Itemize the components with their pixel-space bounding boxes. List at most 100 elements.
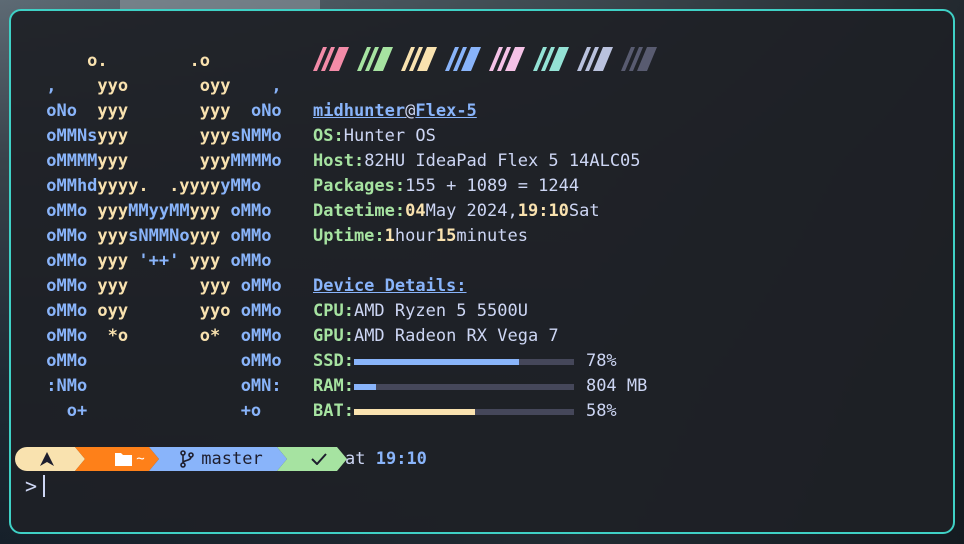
git-branch-icon xyxy=(180,450,195,468)
cpu-key: CPU: xyxy=(313,301,354,321)
logo-fragment: '++' xyxy=(138,251,190,271)
logo-fragment: oMMo xyxy=(230,226,272,246)
battery-value: 58% xyxy=(585,401,617,421)
uptime-minutes-label: minutes xyxy=(456,226,528,246)
ram-line: RAM: 804 MB xyxy=(313,374,647,399)
os-value: Hunter OS xyxy=(343,126,436,146)
logo-fragment: oyy yyo xyxy=(97,301,241,321)
logo-fragment: oMMNs xyxy=(36,126,98,146)
datetime-weekday: Sat xyxy=(568,201,600,221)
logo-fragment: yyy xyxy=(97,226,129,246)
uptime-key: Uptime: xyxy=(313,226,385,246)
color-swatch xyxy=(401,47,445,71)
packages-line: Packages: 155 + 1089 = 1244 xyxy=(313,174,647,199)
logo-fragment: MMMMo xyxy=(230,151,282,171)
logo-fragment: :NMo oMN: xyxy=(36,376,282,396)
gpu-line: GPU: AMD Radeon RX Vega 7 xyxy=(313,324,647,349)
logo-fragment: yyy yyy xyxy=(97,276,241,296)
distro-logo-ascii: o. .o , yyo oyy , oNo yyy yyy oNo oMMNsy… xyxy=(36,49,282,424)
battery-level-fill xyxy=(353,408,475,415)
logo-fragment: oMMo xyxy=(36,226,98,246)
logo-fragment: oMMo xyxy=(36,276,98,296)
gpu-key: GPU: xyxy=(313,326,354,346)
color-swatch xyxy=(577,47,621,71)
logo-fragment: oMMo xyxy=(36,301,98,321)
ram-usage-fill xyxy=(353,383,376,390)
color-swatch xyxy=(489,47,533,71)
at-label: at xyxy=(345,449,366,469)
time-info: at 19:10 xyxy=(345,449,427,469)
terminal-window[interactable]: o. .o , yyo oyy , oNo yyy yyy oNo oMMNsy… xyxy=(9,9,955,534)
color-swatch xyxy=(533,47,577,71)
logo-fragment: oMMo xyxy=(230,201,272,221)
battery-key: BAT: xyxy=(313,401,354,421)
color-swatch xyxy=(445,47,489,71)
host-value: 82HU IdeaPad Flex 5 14ALC05 xyxy=(364,151,641,171)
at-sign: @ xyxy=(405,101,416,121)
ssd-usage-fill xyxy=(353,358,519,365)
logo-fragment: o. .o xyxy=(36,51,210,71)
ram-value: 804 MB xyxy=(585,376,648,396)
user-host-line: midhunter @ Flex-5 xyxy=(313,99,647,124)
git-branch-segment: master xyxy=(171,447,271,471)
ssd-value: 78% xyxy=(585,351,617,371)
cpu-line: CPU: AMD Ryzen 5 5500U xyxy=(313,299,647,324)
logo-fragment: oNo xyxy=(36,101,98,121)
logo-fragment: oNo xyxy=(250,101,282,121)
logo-fragment: , xyxy=(271,76,282,96)
host-key: Host: xyxy=(313,151,365,171)
username: midhunter xyxy=(313,101,406,121)
logo-fragment: sNMMo xyxy=(230,126,282,146)
color-swatch xyxy=(621,47,665,71)
input-line[interactable]: > xyxy=(25,473,46,499)
logo-fragment: o+ +o xyxy=(36,401,262,421)
logo-fragment: oMMo xyxy=(36,326,108,346)
uptime-hours: 1 xyxy=(384,226,395,246)
logo-fragment: yyy yyy xyxy=(97,126,231,146)
logo-fragment: yyy xyxy=(189,201,231,221)
logo-fragment: oMMo xyxy=(230,251,272,271)
logo-fragment: yMMo xyxy=(220,176,262,196)
datetime-day: 04 xyxy=(405,201,426,221)
prompt-caret-icon: > xyxy=(25,474,38,498)
packages-value: 155 + 1089 = 1244 xyxy=(405,176,580,196)
logo-fragment: oMMo xyxy=(240,301,282,321)
packages-key: Packages: xyxy=(313,176,406,196)
uptime-minutes: 15 xyxy=(435,226,457,246)
battery-line: BAT: 58% xyxy=(313,399,647,424)
host-line: Host: 82HU IdeaPad Flex 5 14ALC05 xyxy=(313,149,647,174)
logo-fragment: oMMMM xyxy=(36,151,98,171)
datetime-line: Datetime: 04 May 2024, 19:10 Sat xyxy=(313,199,647,224)
datetime-month-year: May 2024, xyxy=(425,201,518,221)
ssd-line: SSD: 78% xyxy=(313,349,647,374)
ssd-usage-bar xyxy=(353,358,574,365)
directory-segment: ~ xyxy=(105,447,155,471)
battery-level-bar xyxy=(353,408,574,415)
logo-fragment: sNMMNo xyxy=(128,226,190,246)
logo-fragment: *o o* xyxy=(107,326,241,346)
logo-fragment: oMMo oMMo xyxy=(36,351,282,371)
logo-fragment: oMMo xyxy=(36,251,98,271)
ssd-key: SSD: xyxy=(313,351,354,371)
system-info-panel: midhunter @ Flex-5 OS: Hunter OS Host: 82H… xyxy=(313,99,647,424)
hostname: Flex-5 xyxy=(415,101,477,121)
logo-fragment: oMMo xyxy=(240,276,282,296)
uptime-hours-label: hour xyxy=(394,226,436,246)
color-swatch xyxy=(357,47,401,71)
branch-name: master xyxy=(201,449,263,469)
os-line: OS: Hunter OS xyxy=(313,124,647,149)
datetime-time: 19:10 xyxy=(517,201,569,221)
logo-fragment: yyy yyy xyxy=(97,101,251,121)
device-details-title-line: Device Details: xyxy=(313,274,647,299)
logo-fragment: yyy xyxy=(189,226,231,246)
logo-fragment: yyy yyy xyxy=(97,151,231,171)
logo-fragment: oMMo xyxy=(36,201,98,221)
directory-name: ~ xyxy=(136,451,145,467)
device-details-title: Device Details: xyxy=(313,276,467,296)
check-icon xyxy=(301,447,337,471)
os-key: OS: xyxy=(313,126,344,146)
logo-fragment: yyy xyxy=(189,251,231,271)
datetime-key: Datetime: xyxy=(313,201,406,221)
logo-fragment: yyyy. .yyyy xyxy=(97,176,221,196)
